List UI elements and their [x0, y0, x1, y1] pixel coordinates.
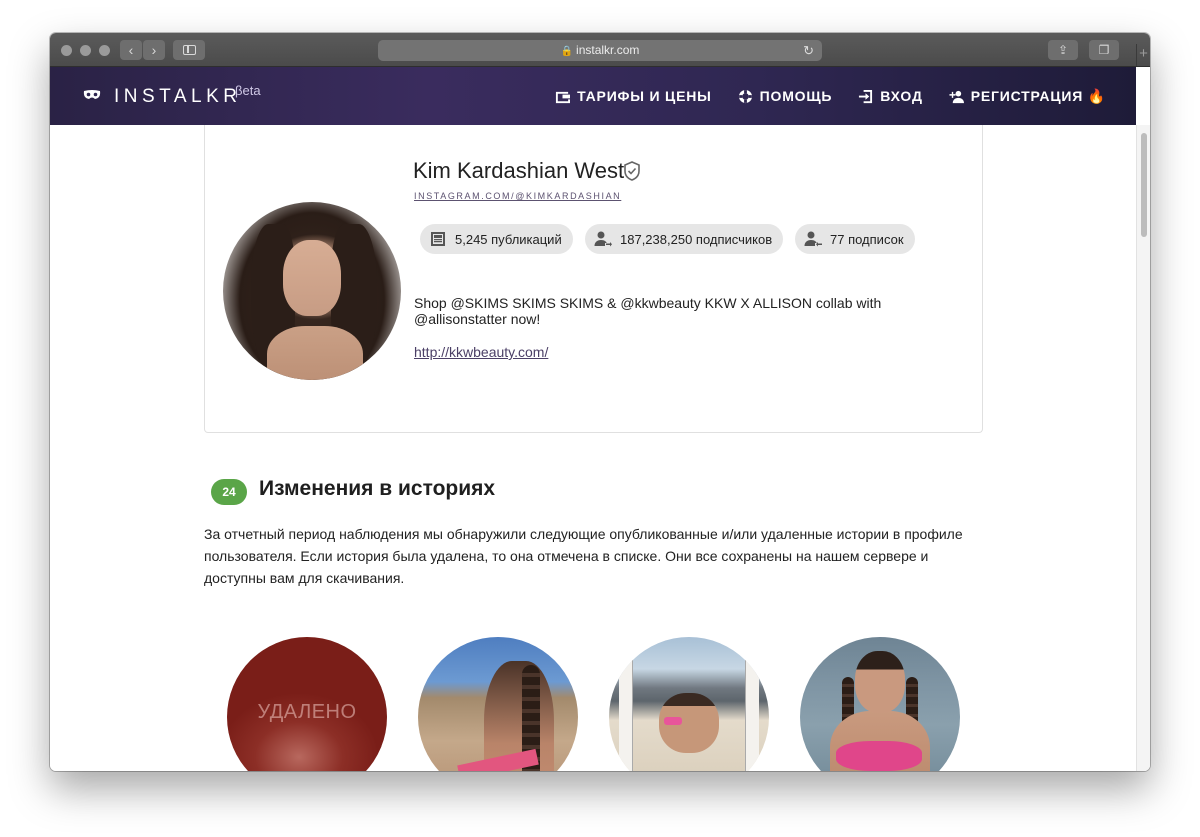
profile-avatar	[223, 202, 401, 380]
page-scrollbar[interactable]	[1136, 125, 1150, 771]
profile-card: Kim Kardashian West INSTAGRAM.COM/@KIMKA…	[204, 125, 983, 433]
close-window-button[interactable]	[61, 45, 72, 56]
minimize-window-button[interactable]	[80, 45, 91, 56]
zoom-window-button[interactable]	[99, 45, 110, 56]
story-thumbnail-deleted[interactable]: УДАЛЕНО	[227, 637, 387, 771]
menu-item-login[interactable]: ВХОД	[858, 88, 922, 104]
reload-icon[interactable]: ↻	[803, 40, 814, 61]
followers-count: 187,238,250 подписчиков	[620, 231, 773, 247]
menu-item-label: ВХОД	[880, 88, 923, 104]
followers-count-badge: 187,238,250 подписчиков	[585, 224, 784, 254]
deleted-label: УДАЛЕНО	[257, 701, 357, 723]
stories-section-description: За отчетный период наблюдения мы обнаруж…	[204, 526, 963, 586]
sidebar-toggle-button[interactable]	[173, 40, 205, 60]
menu-item-pricing[interactable]: ТАРИФЫ И ЦЕНЫ	[555, 88, 711, 104]
login-icon	[859, 89, 873, 103]
menu-item-help[interactable]: ПОМОЩЬ	[738, 88, 833, 104]
posts-icon	[431, 232, 445, 246]
following-icon	[804, 231, 822, 247]
add-user-icon	[949, 90, 964, 103]
browser-window: ‹ › 🔒 instalkr.com ↻ ⇪ ❐ + INSTALKR βeta …	[50, 33, 1150, 771]
stories-section-title: Изменения в историях	[259, 477, 496, 500]
site-logo[interactable]: INSTALKR	[114, 86, 242, 108]
story-thumbnail[interactable]	[418, 637, 578, 771]
main-menu: ТАРИФЫ И ЦЕНЫ ПОМОЩЬ ВХОД РЕГИСТРАЦИЯ 🔥	[555, 67, 1106, 125]
instagram-profile-link[interactable]: INSTAGRAM.COM/@KIMKARDASHIAN	[414, 191, 621, 201]
posts-count-badge: 5,245 публикаций	[420, 224, 573, 254]
tabs-overview-button[interactable]: ❐	[1089, 40, 1119, 60]
new-tab-button[interactable]: +	[1136, 44, 1150, 66]
wallet-icon	[556, 91, 571, 103]
back-button[interactable]: ‹	[120, 40, 142, 60]
address-text: instalkr.com	[576, 43, 640, 57]
profile-website-link[interactable]: http://kkwbeauty.com/	[414, 344, 548, 360]
lock-icon: 🔒	[560, 46, 574, 57]
page-viewport: INSTALKR βeta ТАРИФЫ И ЦЕНЫ ПОМОЩЬ ВХОД	[50, 67, 1150, 771]
mask-icon	[83, 90, 101, 99]
browser-titlebar: ‹ › 🔒 instalkr.com ↻ ⇪ ❐ +	[50, 33, 1150, 67]
profile-name: Kim Kardashian West	[413, 158, 625, 183]
menu-item-label: ПОМОЩЬ	[759, 88, 833, 104]
scrollbar-thumb[interactable]	[1141, 133, 1147, 237]
following-count-badge: 77 подписок	[795, 224, 915, 254]
beta-label: βeta	[235, 83, 261, 98]
story-thumbnail[interactable]	[609, 637, 769, 771]
following-count: 77 подписок	[830, 231, 904, 247]
forward-button[interactable]: ›	[143, 40, 165, 60]
followers-icon	[594, 231, 612, 247]
stories-count-badge: 24	[211, 479, 247, 505]
menu-item-register[interactable]: РЕГИСТРАЦИЯ 🔥	[949, 88, 1106, 105]
address-bar[interactable]: 🔒 instalkr.com ↻	[378, 40, 822, 61]
posts-count: 5,245 публикаций	[455, 231, 562, 247]
menu-item-label: ТАРИФЫ И ЦЕНЫ	[577, 88, 712, 104]
story-thumbnail[interactable]	[800, 637, 960, 771]
site-header: INSTALKR βeta ТАРИФЫ И ЦЕНЫ ПОМОЩЬ ВХОД	[50, 67, 1136, 125]
profile-bio: Shop @SKIMS SKIMS SKIMS & @kkwbeauty KKW…	[414, 295, 882, 327]
share-button[interactable]: ⇪	[1048, 40, 1078, 60]
lifebuoy-icon	[738, 89, 752, 103]
sidebar-icon	[183, 45, 196, 55]
verified-shield-icon	[624, 161, 640, 181]
menu-item-label: РЕГИСТРАЦИЯ 🔥	[970, 87, 1106, 104]
